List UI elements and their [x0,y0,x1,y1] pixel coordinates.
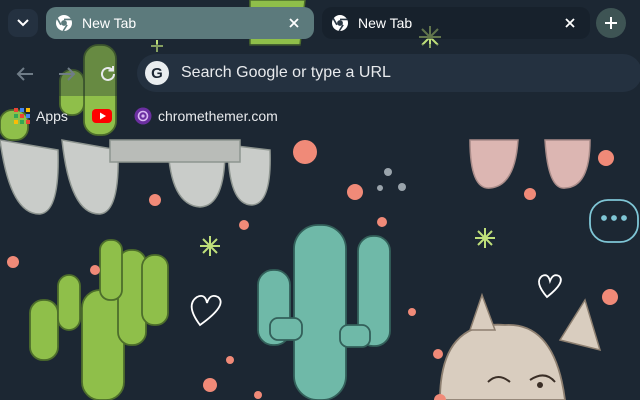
bookmark-label: chromethemer.com [158,108,278,124]
tab-title: New Tab [82,15,137,31]
bookmark-label: Apps [36,108,68,124]
apps-grid-icon [14,108,30,124]
new-tab-button[interactable] [596,8,626,38]
plus-icon [605,17,617,29]
google-g-icon: G [145,61,169,85]
close-tab-button[interactable] [560,13,580,33]
youtube-icon [92,109,112,123]
tab-new-tab[interactable]: New Tab [322,7,590,39]
tab-new-tab-active[interactable]: New Tab [46,7,314,39]
chrome-icon [56,15,72,32]
tab-title: New Tab [358,15,413,31]
forward-button[interactable] [55,62,79,86]
bookmark-chromethemer[interactable]: chromethemer.com [134,105,278,127]
omnibox[interactable]: G [137,54,640,92]
back-button[interactable] [13,62,37,86]
reload-button[interactable] [96,62,120,86]
tab-search-button[interactable] [8,9,38,37]
close-icon [565,18,575,28]
bookmark-youtube[interactable] [92,105,112,127]
arrow-right-icon [59,67,76,81]
search-input[interactable] [181,62,621,84]
arrow-left-icon [16,67,33,81]
chromethemer-icon [134,107,152,125]
chevron-down-icon [17,19,29,27]
close-icon [289,18,299,28]
chrome-icon [332,15,348,32]
bookmark-apps[interactable]: Apps [14,105,68,127]
reload-icon [101,66,115,81]
close-tab-button[interactable] [284,13,304,33]
